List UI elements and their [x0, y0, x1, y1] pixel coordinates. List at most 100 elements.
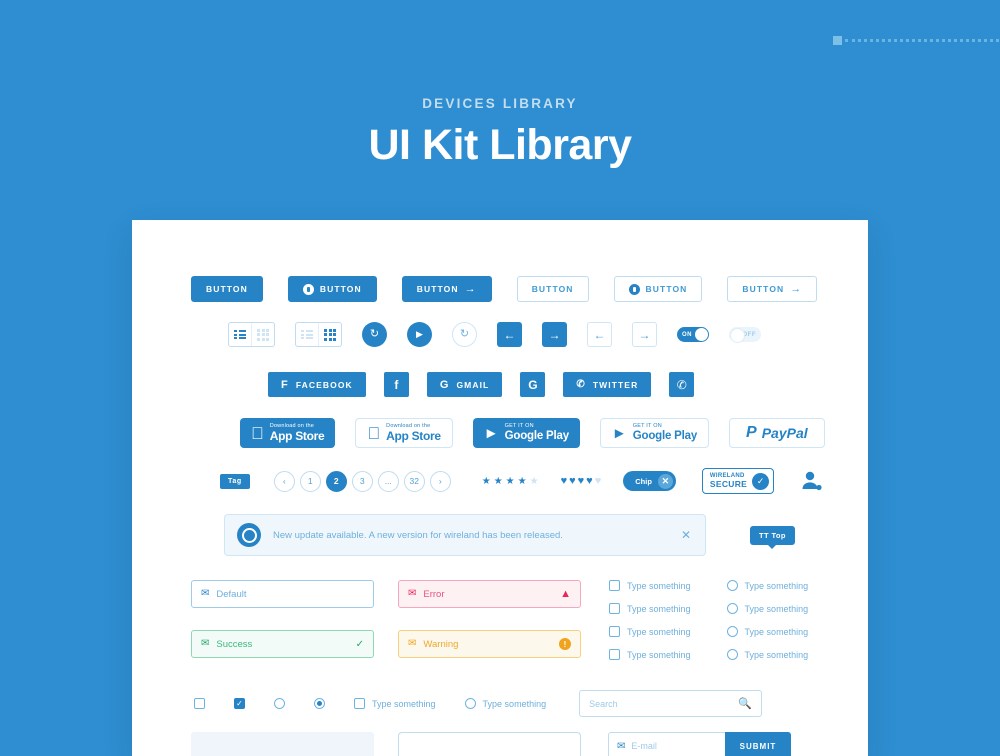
radio-selected[interactable] — [314, 698, 325, 709]
radio-icon[interactable] — [726, 580, 738, 591]
labeled-radio[interactable]: Type something — [464, 698, 546, 709]
close-icon[interactable]: ✕ — [681, 528, 691, 542]
radio-icon[interactable] — [726, 603, 738, 614]
pagination-prev[interactable]: ‹ — [273, 470, 295, 492]
search-input[interactable]: Search 🔍 — [579, 690, 763, 717]
facebook-icon-button[interactable]: f — [383, 372, 409, 397]
twitter-button[interactable]: ✆ TWITTER — [563, 372, 652, 397]
radio-option[interactable]: Type something — [726, 580, 808, 591]
star-icon[interactable]: ★ — [482, 476, 491, 487]
star-icon[interactable]: ★ — [506, 476, 515, 487]
google-play-badge-solid[interactable]: ► GET IT ON Google Play — [472, 418, 580, 448]
checkbox-icon[interactable] — [609, 649, 620, 660]
warning-triangle-icon: ▲ — [560, 588, 571, 600]
refresh-icon-button-solid[interactable]: ↻ — [362, 322, 387, 347]
search-icon[interactable]: 🔍 — [738, 697, 752, 710]
checkbox-unchecked[interactable] — [194, 698, 205, 709]
input-default[interactable]: ✉ Default — [191, 580, 374, 608]
facebook-button[interactable]: f FACEBOOK — [268, 372, 366, 397]
radio-option[interactable]: Type something — [726, 649, 808, 660]
google-icon-button[interactable]: G — [520, 372, 546, 397]
google-icon: G — [528, 377, 538, 392]
pagination-next[interactable]: › — [429, 470, 451, 492]
button-solid-power[interactable]: BUTTON — [287, 276, 377, 302]
pagination-page-32[interactable]: 32 — [403, 470, 425, 492]
facebook-icon: f — [281, 378, 289, 391]
gmail-button[interactable]: G GMAIL — [426, 372, 503, 397]
radio-icon[interactable] — [726, 626, 738, 637]
app-store-badge-solid[interactable]:  Download on the App Store — [240, 418, 336, 448]
submit-button[interactable]: SUBMIT — [725, 732, 791, 756]
heart-icon[interactable]: ♥ — [569, 475, 576, 487]
heart-icon[interactable]: ♥ — [586, 475, 593, 487]
checkbox-checked[interactable]: ✓ — [234, 698, 245, 709]
heart-icon[interactable]: ♥ — [578, 475, 585, 487]
envelope-icon: ✉ — [408, 638, 417, 649]
arrow-left-button-ghost[interactable]: ← — [587, 322, 612, 347]
email-field[interactable]: ✉ E-mail — [608, 732, 725, 756]
close-icon[interactable]: ✕ — [657, 473, 673, 489]
chip[interactable]: Chip ✕ — [623, 471, 676, 491]
heart-rating[interactable]: ♥ ♥ ♥ ♥ ♥ — [561, 475, 602, 487]
radio-icon[interactable] — [726, 649, 738, 660]
arrow-right-button-ghost[interactable]: → — [632, 322, 657, 347]
toggle-switch-on[interactable]: ON — [677, 327, 709, 342]
list-view-icon[interactable] — [296, 323, 318, 346]
star-icon[interactable]: ★ — [518, 476, 527, 487]
badge-line2: Google Play — [607, 429, 697, 442]
filled-placeholder-box — [191, 732, 374, 756]
input-error[interactable]: ✉ Error ▲ — [398, 580, 581, 608]
envelope-icon: ✉ — [408, 588, 417, 599]
pagination-page-2[interactable]: 2 — [325, 470, 347, 492]
button-solid-plain[interactable]: BUTTON — [191, 276, 263, 302]
twitter-icon-button[interactable]: ✆ — [669, 372, 695, 397]
labeled-checkbox[interactable]: Type something — [354, 698, 436, 709]
paypal-badge[interactable]: P PayPal — [729, 418, 825, 448]
play-icon-button-solid[interactable]: ▶ — [407, 322, 432, 347]
page-header: DEVICES LIBRARY UI Kit Library — [0, 96, 1000, 170]
app-store-badge-ghost[interactable]:  Download on the App Store — [355, 418, 453, 448]
checkbox-icon[interactable] — [609, 626, 620, 637]
heart-icon[interactable]: ♥ — [595, 475, 602, 487]
checkbox-option[interactable]: Type something — [609, 626, 691, 637]
checkbox-icon[interactable] — [609, 580, 620, 591]
button-ghost-plain[interactable]: BUTTON — [516, 276, 589, 302]
checkbox-option[interactable]: Type something — [609, 649, 691, 660]
input-warning[interactable]: ✉ Warning ! — [398, 630, 581, 658]
pagination-page-1[interactable]: 1 — [299, 470, 321, 492]
heart-icon[interactable]: ♥ — [561, 475, 568, 487]
radio-option[interactable]: Type something — [726, 626, 808, 637]
button-ghost-power[interactable]: BUTTON — [613, 276, 703, 302]
google-play-badge-ghost[interactable]: ► GET IT ON Google Play — [599, 418, 710, 448]
list-grid-toggle-filled[interactable] — [228, 322, 275, 347]
refresh-icon-button-ghost[interactable]: ↻ — [452, 322, 477, 347]
toggle-switch-off[interactable]: OFF — [729, 327, 761, 343]
checkbox-icon[interactable] — [354, 698, 365, 709]
radio-empty[interactable] — [274, 698, 285, 709]
star-icon[interactable]: ★ — [494, 476, 503, 487]
arrow-left-button-solid[interactable]: ← — [497, 322, 522, 347]
checkbox-option[interactable]: Type something — [609, 603, 691, 614]
checkbox-option[interactable]: Type something — [609, 580, 691, 591]
button-ghost-arrow[interactable]: BUTTON → — [727, 276, 818, 302]
textarea-field[interactable] — [398, 732, 581, 756]
radio-icon[interactable] — [464, 698, 476, 709]
grid-view-icon[interactable] — [252, 323, 274, 346]
pagination-page-3[interactable]: 3 — [351, 470, 373, 492]
social-buttons-row: f FACEBOOK f G GMAIL G ✆ TWITTER ✆ — [268, 372, 695, 397]
input-label: Error — [423, 588, 445, 600]
tag-badge[interactable]: Tag — [220, 473, 250, 489]
list-view-icon[interactable] — [229, 323, 251, 346]
radio-option[interactable]: Type something — [726, 603, 808, 614]
grid-view-icon[interactable] — [319, 323, 341, 346]
list-grid-toggle-outline[interactable] — [295, 322, 342, 347]
star-icon[interactable]: ★ — [530, 476, 539, 487]
checkbox-icon[interactable] — [609, 603, 620, 614]
user-avatar-icon[interactable] — [800, 470, 822, 492]
button-label: BUTTON — [416, 284, 459, 294]
button-solid-arrow[interactable]: BUTTON → — [401, 276, 492, 302]
input-success[interactable]: ✉ Success ✓ — [191, 630, 374, 658]
arrow-right-icon: → — [638, 327, 651, 342]
star-rating[interactable]: ★ ★ ★ ★ ★ — [482, 476, 539, 487]
arrow-right-button-solid[interactable]: → — [542, 322, 567, 347]
